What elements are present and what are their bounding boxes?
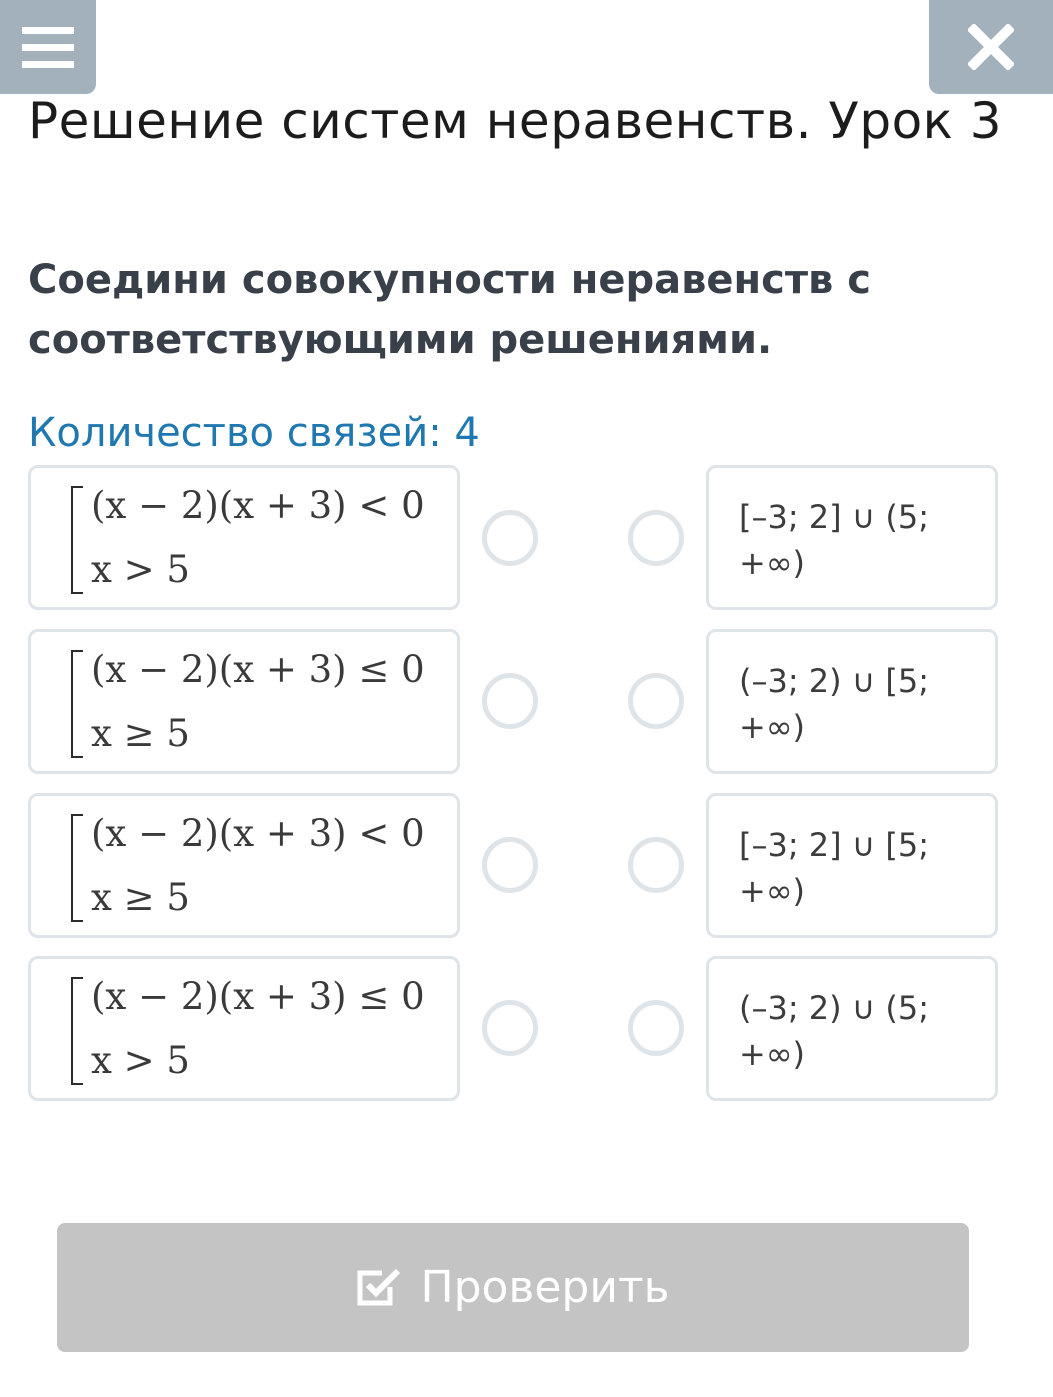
inequality-line-2: x ≥ 5 bbox=[91, 876, 190, 919]
left-connector-1[interactable] bbox=[482, 510, 538, 566]
inequality-line-2: x > 5 bbox=[91, 1039, 190, 1082]
solution-text: [–3; 2] ∪ (5; +∞) bbox=[739, 498, 930, 582]
inequality-line-2: x ≥ 5 bbox=[91, 712, 190, 755]
inequality-line-1: (x − 2)(x + 3) ≤ 0 bbox=[91, 648, 425, 691]
inequality-card-1[interactable]: (x − 2)(x + 3) < 0 x > 5 bbox=[28, 465, 460, 610]
close-button[interactable] bbox=[929, 0, 1053, 94]
inequality-line-1: (x − 2)(x + 3) ≤ 0 bbox=[91, 975, 425, 1018]
square-bracket bbox=[71, 814, 83, 922]
lesson-title: Решение систем неравенств. Урок 3 bbox=[28, 92, 1003, 150]
solution-text: [–3; 2] ∪ [5; +∞) bbox=[739, 826, 930, 910]
right-connector-3[interactable] bbox=[628, 837, 684, 893]
inequality-line-1: (x − 2)(x + 3) < 0 bbox=[91, 812, 425, 855]
solution-card-3[interactable]: [–3; 2] ∪ [5; +∞) bbox=[706, 793, 998, 938]
inequality-line-1: (x − 2)(x + 3) < 0 bbox=[91, 484, 425, 527]
checkbox-check-icon bbox=[357, 1268, 401, 1305]
square-bracket bbox=[71, 977, 83, 1085]
inequality-line-2: x > 5 bbox=[91, 548, 190, 591]
solution-text: (–3; 2) ∪ [5; +∞) bbox=[739, 662, 930, 746]
solution-card-2[interactable]: (–3; 2) ∪ [5; +∞) bbox=[706, 629, 998, 774]
left-connector-4[interactable] bbox=[482, 1000, 538, 1056]
check-button-label: Проверить bbox=[420, 1262, 670, 1313]
check-button[interactable]: Проверить bbox=[57, 1223, 969, 1352]
menu-button[interactable] bbox=[0, 0, 96, 94]
square-bracket bbox=[71, 486, 83, 594]
links-count: Количество связей: 4 bbox=[28, 410, 480, 456]
solution-card-1[interactable]: [–3; 2] ∪ (5; +∞) bbox=[706, 465, 998, 610]
left-connector-2[interactable] bbox=[482, 673, 538, 729]
hamburger-menu-icon bbox=[22, 27, 74, 68]
right-connector-2[interactable] bbox=[628, 673, 684, 729]
inequality-card-3[interactable]: (x − 2)(x + 3) < 0 x ≥ 5 bbox=[28, 793, 460, 938]
inequality-card-4[interactable]: (x − 2)(x + 3) ≤ 0 x > 5 bbox=[28, 956, 460, 1101]
inequality-card-2[interactable]: (x − 2)(x + 3) ≤ 0 x ≥ 5 bbox=[28, 629, 460, 774]
right-connector-1[interactable] bbox=[628, 510, 684, 566]
square-bracket bbox=[71, 650, 83, 758]
left-connector-3[interactable] bbox=[482, 837, 538, 893]
close-x-icon bbox=[968, 24, 1014, 70]
task-instruction: Соедини совокупности неравенств с соотве… bbox=[28, 257, 872, 363]
solution-card-4[interactable]: (–3; 2) ∪ (5; +∞) bbox=[706, 956, 998, 1101]
right-connector-4[interactable] bbox=[628, 1000, 684, 1056]
solution-text: (–3; 2) ∪ (5; +∞) bbox=[739, 989, 930, 1073]
